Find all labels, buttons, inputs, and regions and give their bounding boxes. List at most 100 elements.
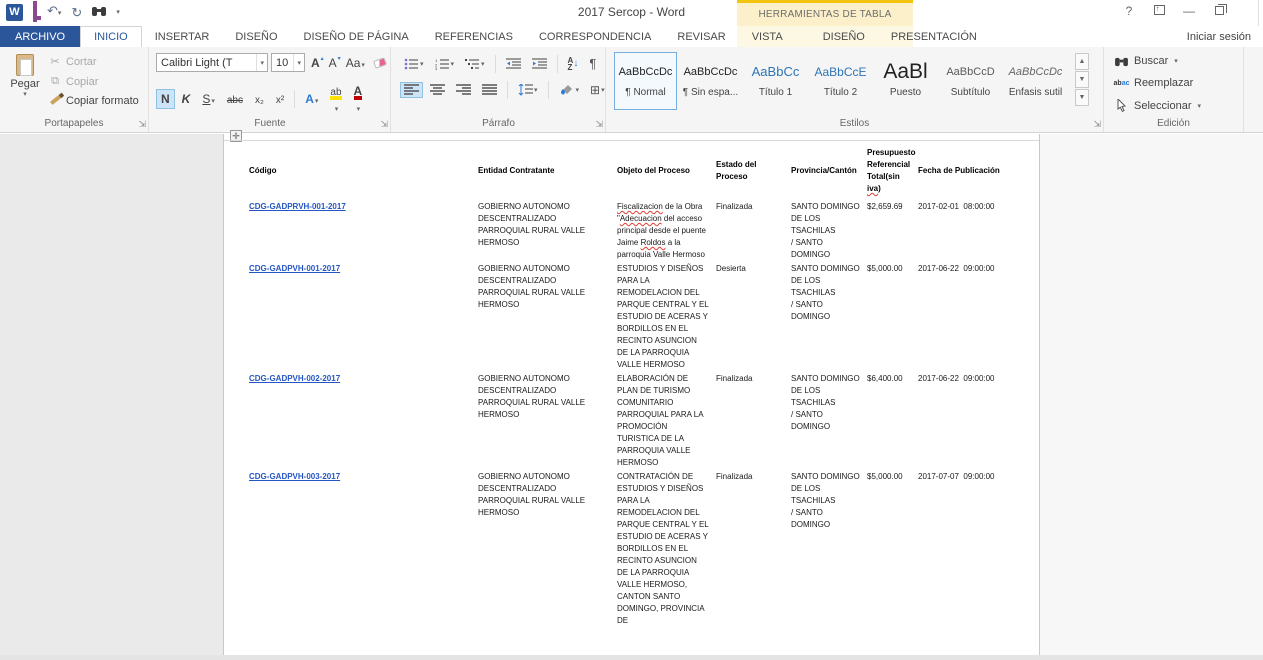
- select-button[interactable]: Seleccionar▾: [1114, 99, 1201, 112]
- tab-inicio[interactable]: INICIO: [80, 26, 142, 47]
- increase-indent-button[interactable]: [528, 56, 551, 72]
- tab-vista[interactable]: VISTA: [739, 26, 796, 47]
- procurement-table: CódigoEntidad ContratanteObjeto del Proc…: [224, 140, 1039, 629]
- align-center-button[interactable]: [426, 82, 449, 98]
- style-name: Puesto: [875, 87, 936, 98]
- subscript-button[interactable]: x₂: [250, 89, 269, 109]
- document-background-right: [1040, 134, 1263, 655]
- style-sin-espa[interactable]: AaBbCcDc¶ Sin espa...: [679, 52, 742, 110]
- numbering-button[interactable]: 123▾: [431, 56, 459, 72]
- tab-diseño[interactable]: DISEÑO: [222, 26, 290, 47]
- tab-correspondencia[interactable]: CORRESPONDENCIA: [526, 26, 664, 47]
- cell-estado: Desierta: [716, 263, 791, 275]
- text-effects-button[interactable]: A▾: [300, 89, 323, 109]
- style-sample: AaBbCcE: [810, 61, 871, 83]
- tab-revisar[interactable]: REVISAR: [664, 26, 738, 47]
- style-puesto[interactable]: AaBlPuesto: [874, 52, 937, 110]
- highlight-color-button[interactable]: ab▾: [325, 81, 346, 117]
- group-label-portapapeles: Portapapeles: [0, 118, 148, 129]
- paste-button[interactable]: Pegar ▾: [6, 52, 44, 114]
- tab-diseño-de-página[interactable]: DISEÑO DE PÁGINA: [291, 26, 422, 47]
- numbering-icon: 123: [435, 58, 450, 70]
- cell-presupuesto: $2,659.69: [867, 201, 918, 213]
- restore-button[interactable]: [1211, 4, 1227, 18]
- fuente-dialog-launcher[interactable]: ⇲: [380, 120, 388, 129]
- tab-referencias[interactable]: REFERENCIAS: [422, 26, 526, 47]
- shading-button[interactable]: ▾: [555, 82, 584, 99]
- styles-scroll-down-button[interactable]: ▼: [1075, 71, 1089, 88]
- style-título-2[interactable]: AaBbCcE Título 2: [809, 52, 872, 110]
- superscript-button[interactable]: x²: [271, 89, 289, 109]
- close-button[interactable]: [1258, 0, 1263, 26]
- copy-button[interactable]: ⧉Copiar: [48, 75, 98, 88]
- document-page[interactable]: ✛ CódigoEntidad ContratanteObjeto del Pr…: [223, 134, 1040, 655]
- align-center-icon: [430, 84, 445, 96]
- styles-gallery-scrollbar: ▲ ▼ ▼: [1075, 53, 1089, 106]
- style-título-1[interactable]: AaBbCcTítulo 1: [744, 52, 807, 110]
- replace-button[interactable]: abac Reemplazar: [1114, 77, 1193, 89]
- bold-button[interactable]: N: [156, 89, 175, 109]
- ribbon-display-options-button[interactable]: [1151, 4, 1167, 18]
- group-label-edicion: Edición: [1104, 118, 1243, 129]
- find-button[interactable]: Buscar▾: [1114, 55, 1178, 67]
- column-header: Estado del Proceso: [716, 159, 791, 183]
- line-spacing-button[interactable]: ▾: [514, 82, 542, 98]
- decrease-indent-button[interactable]: [502, 56, 525, 72]
- cell-provincia: SANTO DOMINGO DE LOS TSACHILAS / SANTO D…: [791, 471, 867, 531]
- minimize-button[interactable]: —: [1181, 4, 1197, 18]
- group-portapapeles: Pegar ▾ ✂Cortar ⧉Copiar Copiar formato P…: [0, 47, 149, 132]
- font-family-combobox[interactable]: Calibri Light (T▾: [156, 53, 268, 72]
- sign-in-link[interactable]: Iniciar sesión: [1187, 26, 1251, 47]
- process-code-link[interactable]: CDG-GADPVH-002-2017: [249, 374, 340, 383]
- contextual-tab-presentación[interactable]: PRESENTACIÓN: [878, 26, 990, 47]
- font-size-combobox[interactable]: 10▾: [271, 53, 305, 72]
- align-left-button[interactable]: [400, 82, 423, 98]
- shrink-font-button[interactable]: A: [326, 55, 340, 71]
- svg-text:3: 3: [435, 66, 438, 70]
- help-button[interactable]: ?: [1121, 4, 1137, 18]
- style-name: ¶ Normal: [615, 87, 676, 98]
- change-case-button[interactable]: Aa▾: [343, 55, 368, 71]
- show-paragraph-marks-button[interactable]: ¶: [585, 54, 600, 73]
- align-right-button[interactable]: [452, 82, 475, 98]
- cell-provincia: SANTO DOMINGO DE LOS TSACHILAS / SANTO D…: [791, 263, 867, 323]
- style-normal[interactable]: AaBbCcDc¶ Normal: [614, 52, 677, 110]
- column-header: Provincia/Cantón: [791, 165, 867, 177]
- cell-fecha: 2017-02-01 08:00:00: [918, 201, 1039, 213]
- style-sample: AaBbCc: [745, 61, 806, 83]
- style-énfasis-sutil[interactable]: AaBbCcDcÉnfasis sutil: [1004, 52, 1067, 110]
- cell-entidad: GOBIERNO AUTONOMO DESCENTRALIZADO PARROQ…: [478, 263, 617, 311]
- font-size-caret-icon: ▾: [293, 54, 304, 71]
- font-color-button[interactable]: A▾: [349, 81, 368, 117]
- column-header: Código: [249, 165, 478, 177]
- underline-button[interactable]: S▾: [197, 89, 220, 109]
- tab-insertar[interactable]: INSERTAR: [142, 26, 223, 47]
- italic-button[interactable]: K: [177, 89, 196, 109]
- clear-formatting-button[interactable]: [371, 55, 389, 71]
- contextual-tab-diseño[interactable]: DISEÑO: [810, 26, 878, 47]
- sort-button[interactable]: AZ↓: [564, 55, 583, 73]
- ribbon-tab-row: ARCHIVO INICIOINSERTARDISEÑODISEÑO DE PÁ…: [0, 26, 1263, 47]
- tab-archivo[interactable]: ARCHIVO: [0, 26, 80, 47]
- justify-button[interactable]: [478, 82, 501, 98]
- process-code-link[interactable]: CDG-GADPVH-003-2017: [249, 472, 340, 481]
- bullets-button[interactable]: ▾: [400, 56, 428, 72]
- styles-scroll-up-button[interactable]: ▲: [1075, 53, 1089, 70]
- find-binoculars-icon: [1115, 56, 1128, 67]
- estilos-dialog-launcher[interactable]: ⇲: [1093, 120, 1101, 129]
- process-code-link[interactable]: CDG-GADPVH-001-2017: [249, 264, 340, 273]
- strikethrough-button[interactable]: abc: [222, 89, 248, 109]
- format-painter-button[interactable]: Copiar formato: [48, 95, 139, 107]
- cut-button[interactable]: ✂Cortar: [48, 55, 97, 68]
- table-row: CDG-GADPVH-003-2017GOBIERNO AUTONOMO DES…: [249, 471, 1039, 627]
- style-subtítulo[interactable]: AaBbCcDSubtítulo: [939, 52, 1002, 110]
- styles-more-button[interactable]: ▼: [1075, 89, 1089, 106]
- multilevel-list-button[interactable]: ▾: [461, 56, 489, 72]
- parrafo-dialog-launcher[interactable]: ⇲: [595, 120, 603, 129]
- process-code-link[interactable]: CDG-GADPRVH-001-2017: [249, 202, 346, 211]
- paste-caret-icon: ▾: [6, 90, 44, 98]
- portapapeles-dialog-launcher[interactable]: ⇲: [138, 120, 146, 129]
- grow-font-button[interactable]: A: [308, 55, 323, 71]
- style-name: Título 2: [810, 87, 871, 98]
- group-label-fuente: Fuente: [150, 118, 390, 129]
